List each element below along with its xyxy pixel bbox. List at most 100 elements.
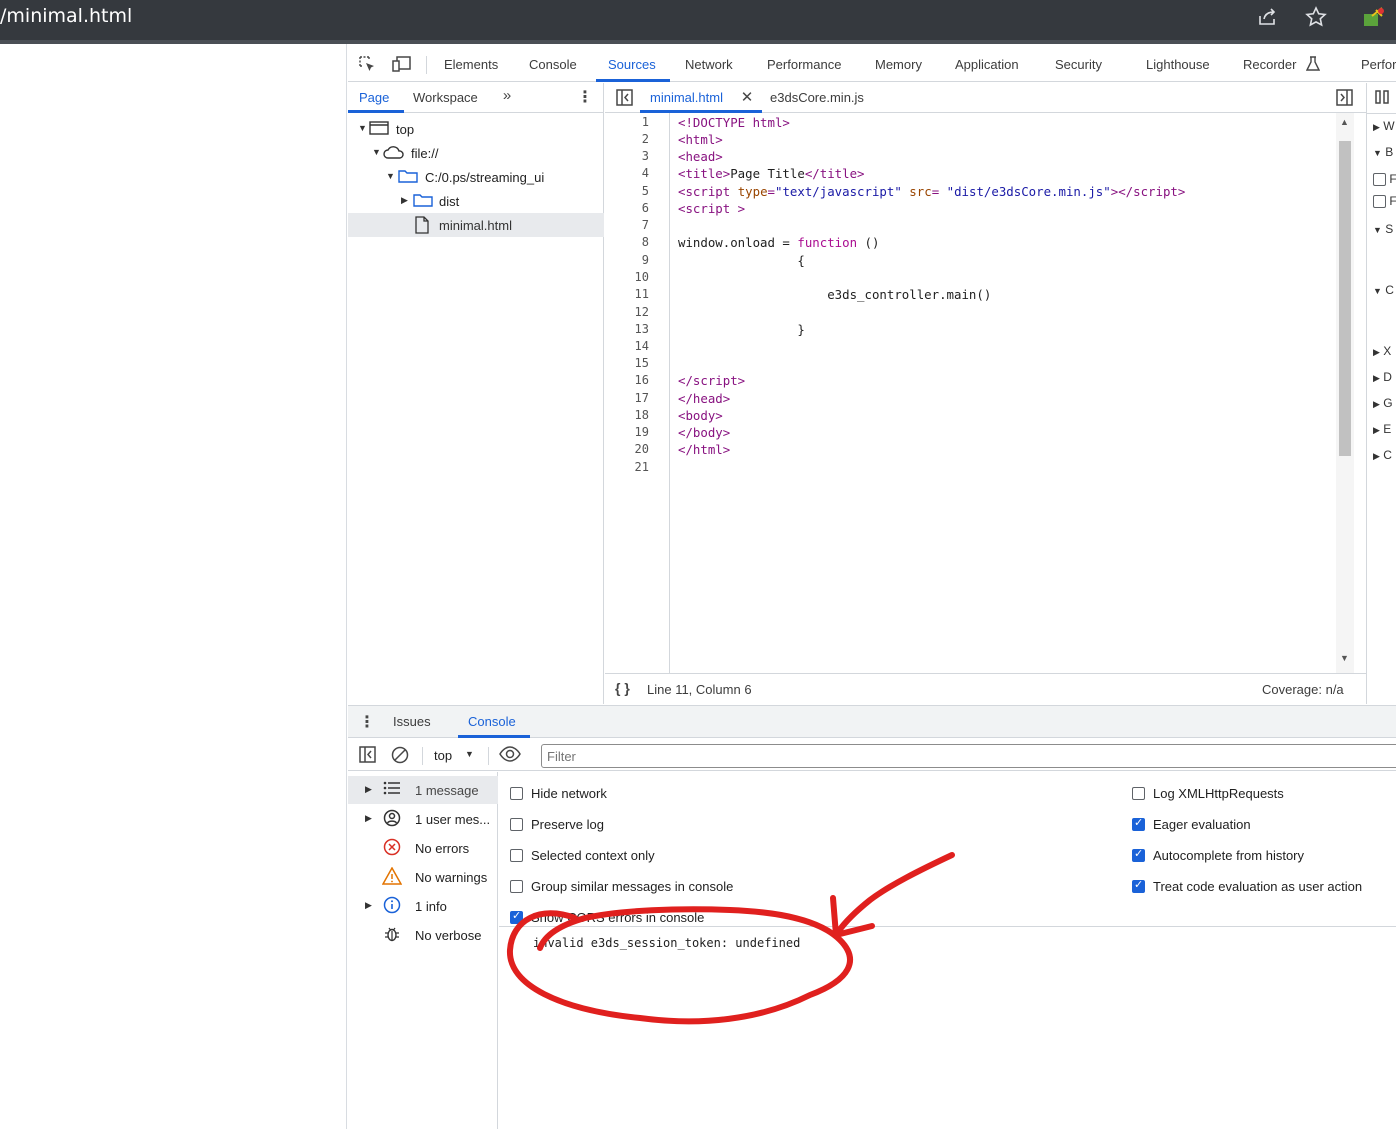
tab-network[interactable]: Network: [685, 57, 733, 72]
line-number-gutter[interactable]: 1 2 3 4 5 6 7 8 9 10 11 12 13 14 15 16 17 18 19 20 21: [605, 113, 670, 673]
pretty-print-icon[interactable]: { }: [615, 680, 630, 696]
scroll-down-arrow-icon[interactable]: ▼: [1340, 653, 1349, 663]
checkbox[interactable]: [1132, 787, 1145, 800]
sidebar-item-info[interactable]: ▶ 1 info: [348, 892, 498, 920]
line-number[interactable]: 16: [635, 373, 649, 387]
checkbox[interactable]: [1373, 173, 1386, 187]
pause-icon[interactable]: [1373, 89, 1391, 110]
scrollbar-thumb[interactable]: [1339, 141, 1351, 456]
line-number[interactable]: 7: [642, 218, 649, 232]
sidebar-item-errors[interactable]: No errors: [348, 834, 498, 862]
toggle-navigator-icon[interactable]: [615, 89, 633, 111]
section-watch[interactable]: ▶ W: [1373, 119, 1395, 133]
tree-item-folder-dist[interactable]: ▶ dist: [348, 189, 604, 213]
checkbox[interactable]: [1373, 195, 1386, 209]
line-number[interactable]: 20: [635, 442, 649, 456]
tab-memory[interactable]: Memory: [875, 57, 922, 72]
device-toolbar-icon[interactable]: [391, 55, 413, 78]
tab-security[interactable]: Security: [1055, 57, 1102, 72]
line-number[interactable]: 17: [635, 391, 649, 405]
coverage-status[interactable]: Coverage: n/a: [1262, 682, 1344, 697]
line-number[interactable]: 10: [635, 270, 649, 284]
expand-arrow-icon[interactable]: ▼: [386, 171, 395, 181]
expand-arrow-icon[interactable]: ▼: [372, 147, 381, 157]
tab-elements[interactable]: Elements: [444, 57, 498, 72]
section-breakpoints[interactable]: ▼ B: [1373, 145, 1393, 159]
tab-workspace[interactable]: Workspace: [413, 90, 478, 105]
tab-application[interactable]: Application: [955, 57, 1019, 72]
toggle-sidebar-icon[interactable]: [358, 746, 376, 768]
more-options-icon[interactable]: ⋮: [358, 712, 376, 732]
line-number[interactable]: 6: [642, 201, 649, 215]
checkbox[interactable]: [510, 880, 523, 893]
tab-lighthouse[interactable]: Lighthouse: [1146, 57, 1210, 72]
section-call-stack[interactable]: ▼ C: [1373, 283, 1394, 297]
tree-item-file-origin[interactable]: ▼ file://: [348, 141, 604, 165]
toggle-debugger-icon[interactable]: [1335, 89, 1353, 111]
tab-recorder[interactable]: Recorder: [1243, 57, 1296, 72]
line-number[interactable]: 9: [642, 253, 649, 267]
code-content[interactable]: <!DOCTYPE html> <html> <head> <title>Pag…: [671, 113, 1336, 673]
tree-item-top[interactable]: ▼ top: [348, 117, 604, 141]
tab-console[interactable]: Console: [529, 57, 577, 72]
editor-scrollbar[interactable]: ▲ ▼: [1336, 113, 1354, 673]
line-number[interactable]: 18: [635, 408, 649, 422]
more-options-icon[interactable]: ⋮: [576, 87, 594, 107]
editor-tab-e3dscore-min-js[interactable]: e3dsCore.min.js: [770, 90, 864, 105]
line-number[interactable]: 14: [635, 339, 649, 353]
sidebar-item-verbose[interactable]: No verbose: [348, 921, 498, 949]
editor-tab-minimal-html[interactable]: minimal.html: [650, 90, 723, 105]
tab-performance-insights[interactable]: Perfor: [1361, 57, 1396, 72]
section-csp-breakpoints[interactable]: ▶ C: [1373, 448, 1392, 462]
context-selector[interactable]: top: [434, 748, 452, 763]
sidebar-item-user-messages[interactable]: ▶ 1 user mes...: [348, 805, 498, 833]
checkbox[interactable]: [510, 909, 523, 924]
line-number[interactable]: 11: [635, 287, 649, 301]
line-number[interactable]: 13: [635, 322, 649, 336]
drawer-tab-issues[interactable]: Issues: [393, 714, 431, 729]
checkbox[interactable]: [1132, 816, 1145, 831]
pause-uncaught-option[interactable]: F: [1373, 172, 1396, 187]
line-number[interactable]: 4: [642, 166, 649, 180]
expand-arrow-icon[interactable]: ▼: [358, 123, 367, 133]
checkbox[interactable]: [510, 787, 523, 800]
scroll-up-arrow-icon[interactable]: ▲: [1340, 117, 1349, 127]
dropdown-arrow-icon[interactable]: ▼: [465, 749, 474, 759]
live-expression-eye-icon[interactable]: [498, 745, 522, 768]
checkbox[interactable]: [510, 849, 523, 862]
line-number[interactable]: 8: [642, 235, 649, 249]
sidebar-item-messages[interactable]: ▶ 1 message: [348, 776, 498, 804]
section-global-listeners[interactable]: ▶ G: [1373, 396, 1393, 410]
address-bar-url[interactable]: /minimal.html: [0, 5, 132, 27]
pause-caught-option[interactable]: F: [1373, 194, 1396, 209]
checkbox[interactable]: [1132, 847, 1145, 862]
console-filter-input[interactable]: Filter: [541, 744, 1396, 768]
line-number[interactable]: 12: [635, 305, 649, 319]
line-number[interactable]: 5: [642, 184, 649, 198]
tab-performance[interactable]: Performance: [767, 57, 841, 72]
section-scope[interactable]: ▼ S: [1373, 222, 1393, 236]
close-tab-icon[interactable]: ✕: [740, 88, 754, 106]
section-event-listener-breakpoints[interactable]: ▶ E: [1373, 422, 1391, 436]
more-tabs-chevron-icon[interactable]: »: [498, 87, 516, 104]
checkbox[interactable]: [510, 818, 523, 831]
tab-page[interactable]: Page: [359, 90, 389, 105]
clear-console-icon[interactable]: [391, 746, 409, 769]
star-icon[interactable]: [1304, 6, 1328, 30]
drawer-tab-console[interactable]: Console: [468, 714, 516, 729]
console-prompt-icon[interactable]: ›: [511, 959, 515, 974]
sidebar-item-warnings[interactable]: No warnings: [348, 863, 498, 891]
line-number[interactable]: 3: [642, 149, 649, 163]
checkbox[interactable]: [1132, 878, 1145, 893]
share-icon[interactable]: [1255, 6, 1279, 30]
tree-item-folder-streaming-ui[interactable]: ▼ C:/0.ps/streaming_ui: [348, 165, 604, 189]
inspect-element-icon[interactable]: [357, 55, 377, 78]
line-number[interactable]: 1: [642, 115, 649, 129]
collapse-arrow-icon[interactable]: ▶: [401, 195, 408, 206]
line-number[interactable]: 19: [635, 425, 649, 439]
extension-icon[interactable]: [1362, 6, 1386, 30]
line-number[interactable]: 2: [642, 132, 649, 146]
console-message[interactable]: invalid e3ds_session_token: undefined: [533, 936, 800, 950]
section-xhr-breakpoints[interactable]: ▶ X: [1373, 344, 1391, 358]
line-number[interactable]: 15: [635, 356, 649, 370]
